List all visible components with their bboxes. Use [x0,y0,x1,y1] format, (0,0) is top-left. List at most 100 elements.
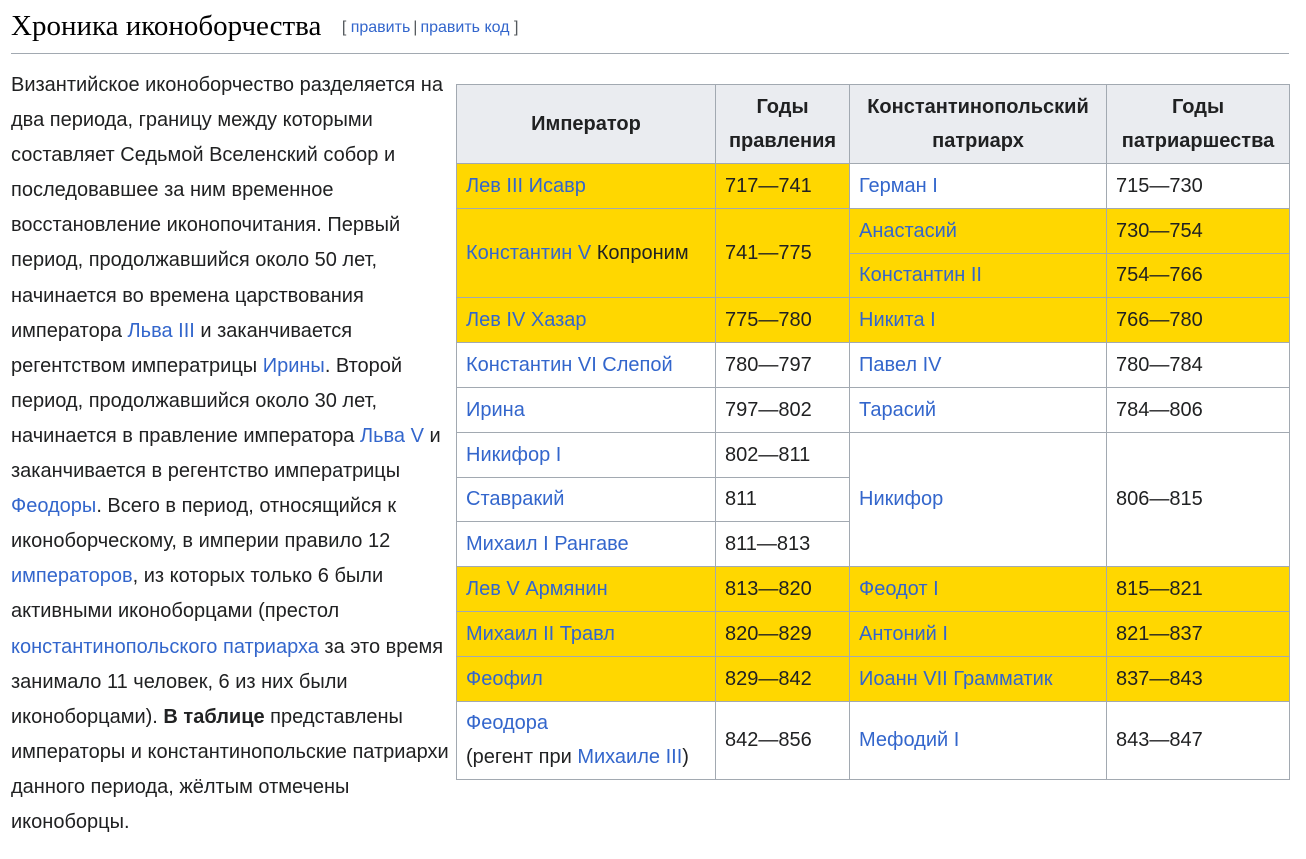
patriarchate-cell: 780—784 [1106,342,1290,388]
emperor-link[interactable]: Лев V Армянин [466,578,608,600]
patriarch-cell: Никифор [849,431,1107,568]
table-row: Феодора (регент при Михаиле III) 842—856 … [456,700,1290,780]
emperor-cell: Константин VI Слепой [456,342,716,388]
patriarch-link[interactable]: Никита I [859,309,936,331]
emperor-link[interactable]: Лев IV Хазар [466,309,587,331]
emperor-cell: Лев V Армянин [456,566,716,612]
emperor-cell: Лев III Исавр [456,163,716,209]
patriarch-link[interactable]: Анастасий [859,220,957,242]
link-leo-iii[interactable]: Льва III [128,320,195,342]
patriarch-cell: Анастасий [849,207,1107,254]
edit-section-links: [ править | править код ] [342,19,519,37]
reign-cell: 775—780 [715,297,850,344]
patriarch-link[interactable]: Павел IV [859,354,941,376]
table-header-row: Император Годы правления Константинополь… [456,84,1290,164]
reign-cell: 813—820 [715,566,850,612]
patriarchate-cell: 806—815 [1106,431,1290,568]
emperor-link[interactable]: Феофил [466,668,543,690]
table-row: Никифор I 802—811 Никифор 806—815 [456,431,1290,568]
patriarch-cell: Константин II [849,252,1107,299]
patriarchate-cell: 815—821 [1106,566,1290,612]
patriarch-link[interactable]: Феодот I [859,578,939,600]
patriarch-link[interactable]: Мефодий I [859,729,959,751]
patriarch-cell: Антоний I [849,610,1107,657]
patriarch-link[interactable]: Никифор [859,488,943,510]
para-text: Византийское иконоборчество разделяется … [11,74,443,342]
patriarch-cell: Никита I [849,297,1107,344]
patriarchate-cell: 766—780 [1106,297,1290,344]
patriarch-link[interactable]: Антоний I [859,623,948,645]
intro-paragraph: Византийское иконоборчество разделяется … [11,68,456,840]
edit-link[interactable]: править [351,19,411,36]
reign-cell: 802—811 [715,431,850,478]
edit-separator: | [413,19,418,36]
patriarchate-cell: 843—847 [1106,700,1290,780]
link-patriarch[interactable]: константинопольского патриарха [11,636,319,658]
emperor-cell: Ирина [456,386,716,433]
emperor-link[interactable]: Михаил II Травл [466,623,615,645]
patriarchate-cell: 837—843 [1106,655,1290,702]
header-patriarchate: Годы патриаршества [1106,84,1290,164]
patriarch-cell: Павел IV [849,342,1107,388]
section-title: Хроника иконоборчества [11,10,322,42]
reign-cell: 811—813 [715,521,850,568]
reign-cell: 820—829 [715,610,850,657]
emperor-epithet: Копроним [591,242,689,265]
table-row: Лев V Армянин 813—820 Феодот I 815—821 [456,566,1290,612]
reign-cell: 829—842 [715,655,850,702]
patriarchate-cell: 715—730 [1106,163,1290,209]
header-patriarch: Константинопольский патриарх [849,84,1107,164]
emperor-link[interactable]: Ирина [466,399,525,421]
reign-cell: 797—802 [715,386,850,433]
regent-note-pre: (регент при [466,746,578,769]
patriarch-cell: Феодот I [849,566,1107,612]
patriarchate-cell: 784—806 [1106,386,1290,433]
patriarch-cell: Иоанн VII Грамматик [849,655,1107,702]
link-leo-v[interactable]: Льва V [360,425,424,447]
header-reign: Годы правления [715,84,850,164]
patriarch-link[interactable]: Константин II [859,264,982,286]
table-row: Михаил II Травл 820—829 Антоний I 821—83… [456,610,1290,657]
regent-note-link[interactable]: Михаиле III [577,746,682,768]
reign-cell: 741—775 [715,207,850,299]
emperor-cell: Никифор I [456,431,716,478]
edit-code-link[interactable]: править код [420,19,509,36]
table-row: Ирина 797—802 Тарасий 784—806 [456,386,1290,433]
emperor-link[interactable]: Константин V [466,242,591,264]
reign-cell: 780—797 [715,342,850,388]
emperor-link[interactable]: Феодора [466,712,548,734]
bracket-open: [ [341,19,347,36]
emperor-cell: Ставракий [456,476,716,523]
emperor-link[interactable]: Никифор I [466,444,561,466]
emperor-link[interactable]: Ставракий [466,488,564,510]
patriarchate-cell: 730—754 [1106,207,1290,254]
patriarch-cell: Герман I [849,163,1107,209]
patriarch-link[interactable]: Иоанн VII Грамматик [859,668,1053,690]
reign-cell: 842—856 [715,700,850,780]
table-row: Лев III Исавр 717—741 Герман I 715—730 [456,163,1290,209]
link-irene[interactable]: Ирины [263,355,325,377]
link-emperors[interactable]: императоров [11,565,133,587]
emperor-cell: Константин V Копроним [456,207,716,299]
table-row: Лев IV Хазар 775—780 Никита I 766—780 [456,297,1290,344]
reign-cell: 811 [715,476,850,523]
chronology-table: Император Годы правления Константинополь… [456,84,1290,780]
emperor-link[interactable]: Михаил I Рангаве [466,533,629,555]
patriarch-link[interactable]: Герман I [859,175,938,197]
table-row: Константин V Копроним 741—775 Анастасий … [456,207,1290,299]
patriarch-link[interactable]: Тарасий [859,399,936,421]
table-row: Константин VI Слепой 780—797 Павел IV 78… [456,342,1290,388]
emperor-link[interactable]: Константин VI Слепой [466,354,673,376]
reign-cell: 717—741 [715,163,850,209]
emperor-cell: Феофил [456,655,716,702]
regent-note-post: ) [682,746,689,769]
patriarchate-cell: 754—766 [1106,252,1290,299]
emperor-cell: Михаил I Рангаве [456,521,716,568]
emperor-link[interactable]: Лев III Исавр [466,175,586,197]
bracket-close: ] [513,19,519,36]
link-theodora[interactable]: Феодоры [11,495,96,517]
emperor-cell: Феодора (регент при Михаиле III) [456,700,716,780]
patriarchate-cell: 821—837 [1106,610,1290,657]
emperor-cell: Лев IV Хазар [456,297,716,344]
section-heading: Хроника иконоборчества [ править | править… [11,6,1289,54]
